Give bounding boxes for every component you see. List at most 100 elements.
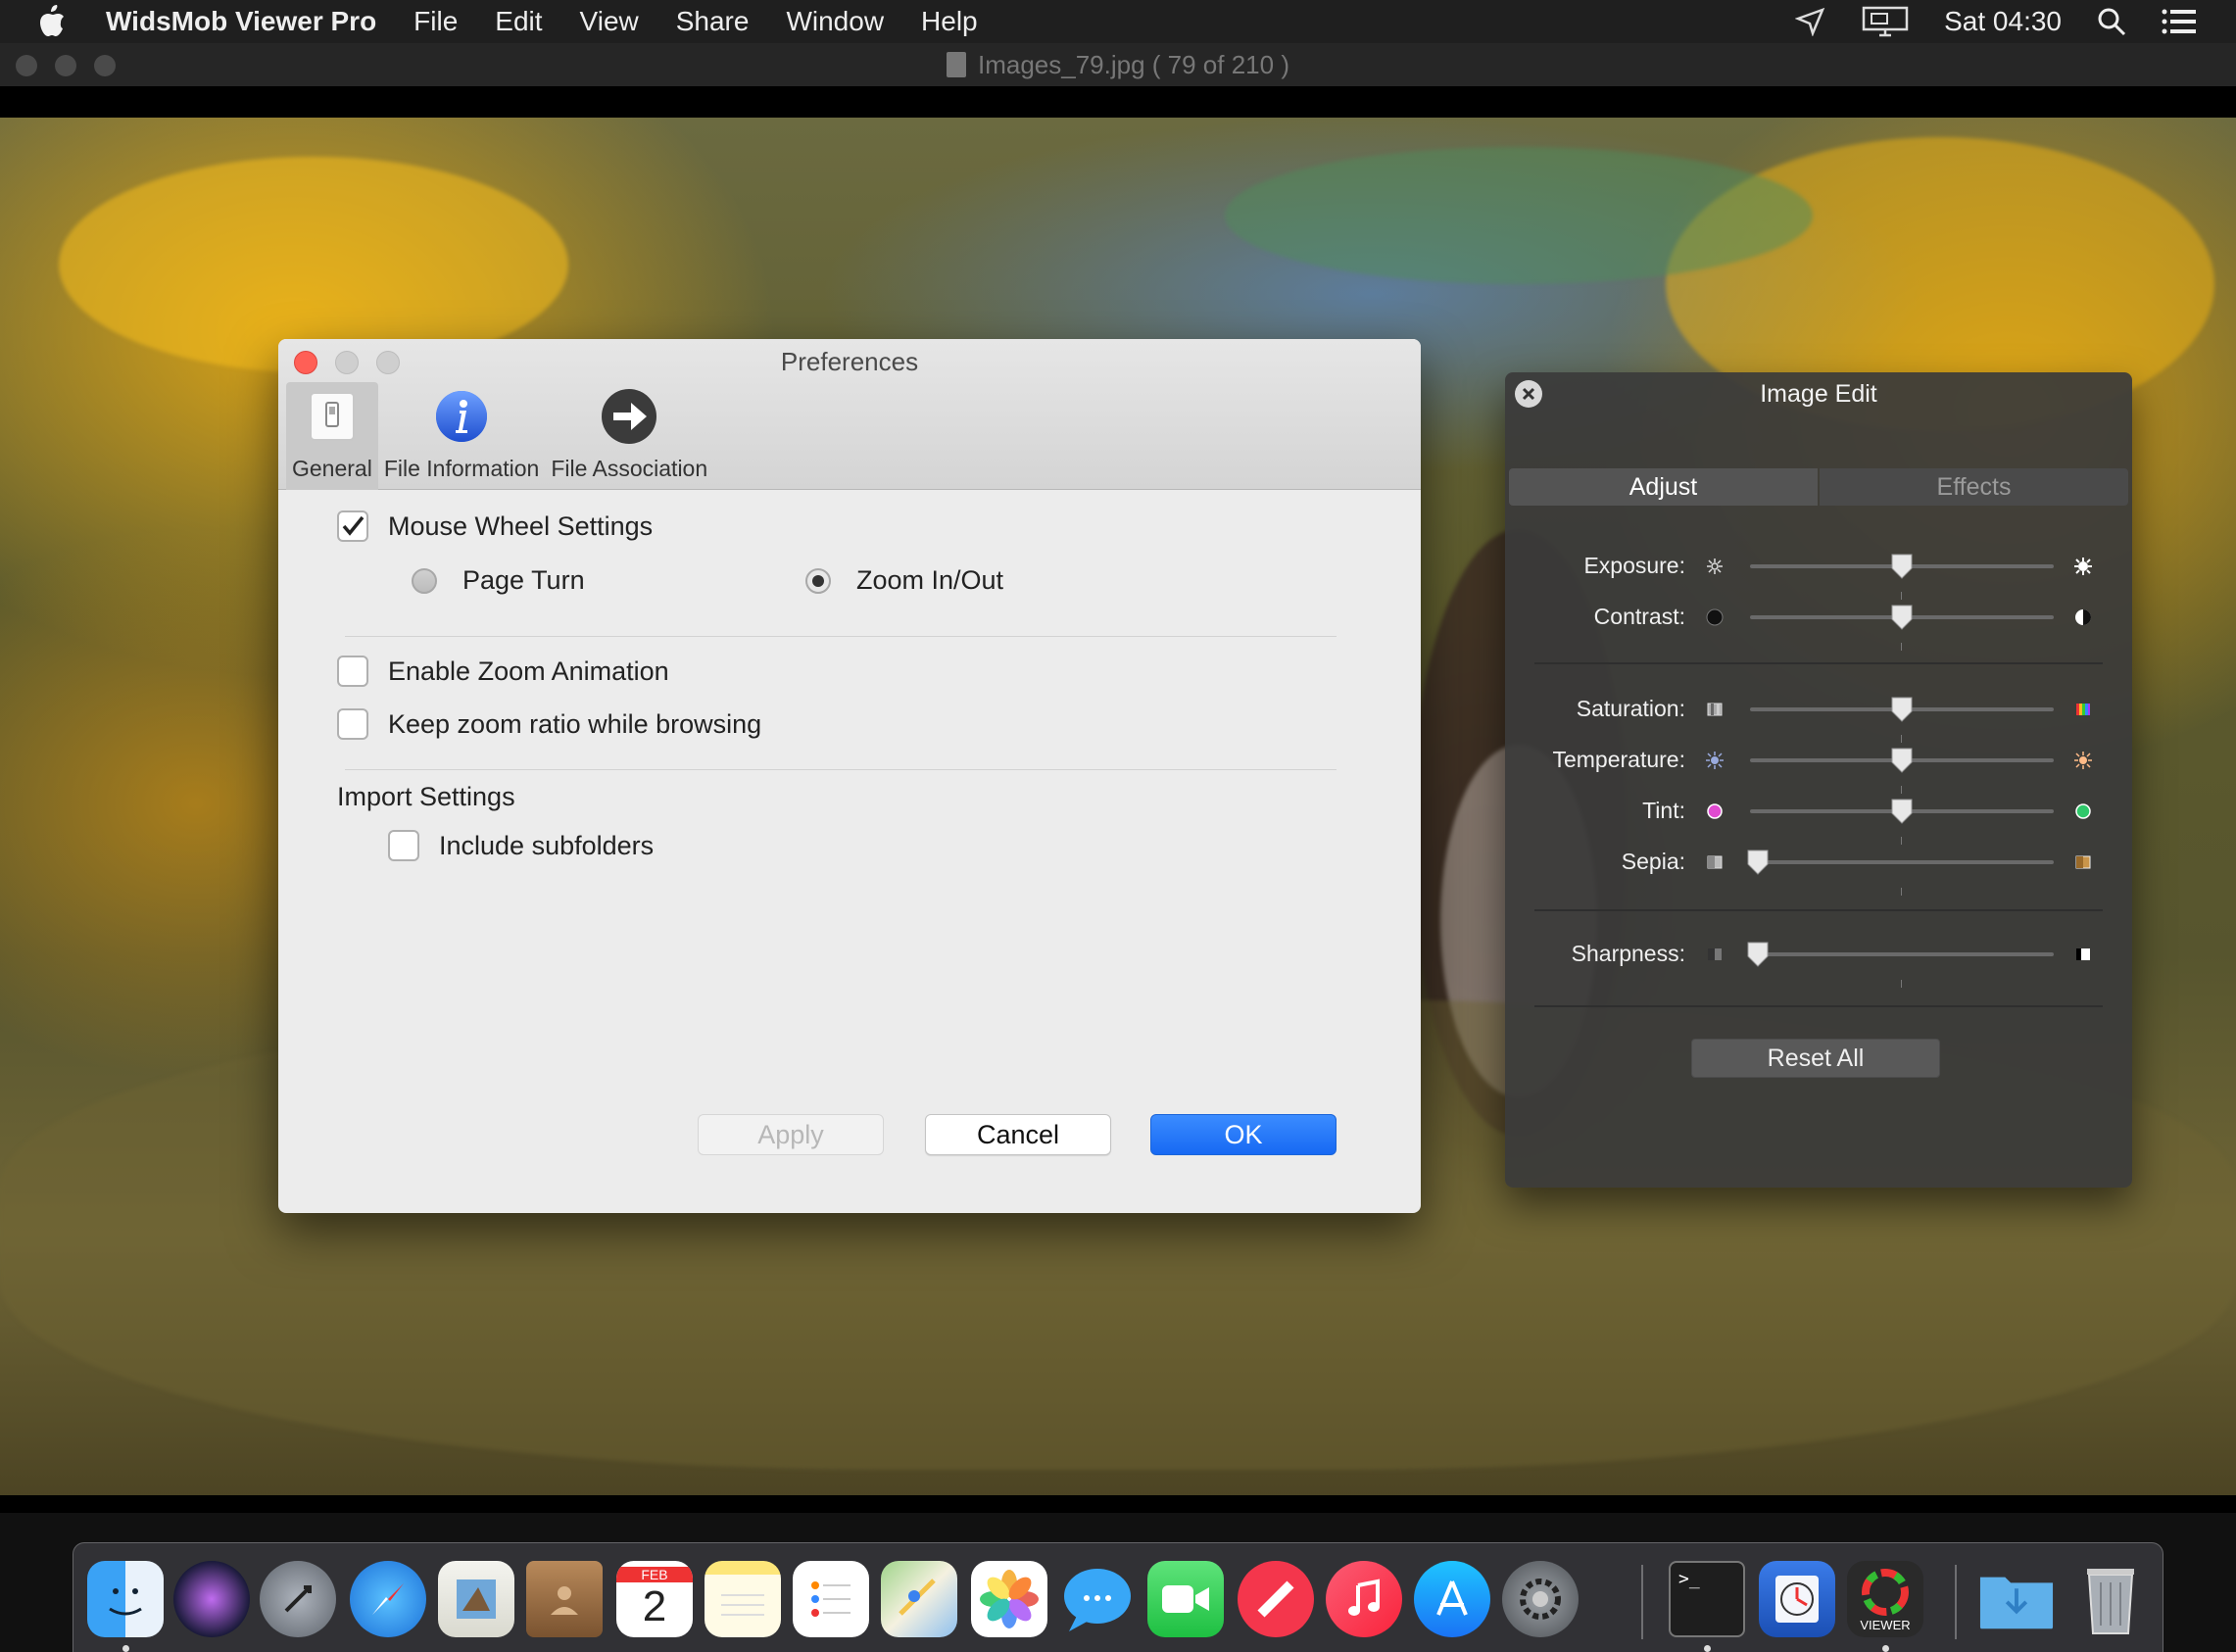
tab-adjust[interactable]: Adjust — [1509, 468, 1818, 506]
arrow-right-icon — [600, 387, 658, 446]
mouse-wheel-settings-option[interactable]: Mouse Wheel Settings — [337, 510, 653, 542]
menu-help[interactable]: Help — [921, 6, 978, 37]
contrast-slider-row: Contrast: — [1505, 598, 2132, 651]
viewer-header-strip — [0, 86, 2236, 118]
cursor-tool-icon[interactable] — [1795, 7, 1826, 36]
tab-effects[interactable]: Effects — [1820, 468, 2128, 506]
saturation-slider-thumb[interactable] — [1890, 696, 1914, 723]
tab-general-label: General — [292, 456, 372, 481]
news-icon[interactable] — [1238, 1561, 1314, 1637]
sepia-label: Sepia: — [1621, 849, 1685, 874]
tab-file-association-label: File Association — [551, 456, 708, 481]
exposure-label: Exposure: — [1583, 553, 1685, 578]
enable-zoom-animation-label: Enable Zoom Animation — [388, 656, 669, 686]
viewer-running-indicator — [1882, 1645, 1889, 1652]
sepia-slider-track[interactable] — [1750, 860, 2054, 896]
menubar-clock[interactable]: Sat 04:30 — [1944, 6, 2062, 37]
reset-all-button[interactable]: Reset All — [1691, 1039, 1940, 1078]
notification-center-icon[interactable] — [2162, 9, 2197, 34]
downloads-folder-icon[interactable] — [1978, 1561, 2055, 1637]
keep-zoom-ratio-checkbox[interactable] — [337, 708, 368, 740]
sepia-slider-thumb[interactable] — [1746, 849, 1770, 876]
zoom-in-out-radio[interactable] — [805, 567, 831, 594]
page-turn-label: Page Turn — [462, 565, 585, 595]
app-store-icon[interactable] — [1414, 1561, 1490, 1637]
page-turn-option[interactable]: Page Turn — [412, 565, 585, 596]
notes-icon[interactable] — [705, 1561, 781, 1637]
finder-running-indicator — [122, 1645, 129, 1652]
foliage-blur — [1225, 147, 1813, 284]
enable-zoom-animation-option[interactable]: Enable Zoom Animation — [337, 656, 669, 687]
system-preferences-gear-icon[interactable] — [1502, 1561, 1579, 1637]
photo-bottom-edge — [0, 1495, 2236, 1513]
tint-slider-row: Tint: — [1505, 792, 2132, 845]
panel-divider — [1534, 1005, 2103, 1007]
tab-file-association[interactable]: File Association — [545, 382, 713, 490]
import-settings-label: Import Settings — [337, 781, 515, 811]
apply-button[interactable]: Apply — [698, 1114, 884, 1155]
keep-zoom-ratio-option[interactable]: Keep zoom ratio while browsing — [337, 708, 761, 740]
page-turn-radio[interactable] — [412, 567, 437, 594]
finder-icon[interactable] — [87, 1561, 164, 1637]
safari-compass-icon[interactable] — [350, 1561, 426, 1637]
tab-file-information[interactable]: File Information — [378, 382, 546, 490]
saturation-low-icon — [1707, 703, 1723, 716]
messages-icon[interactable] — [1059, 1561, 1136, 1637]
launchpad-rocket-icon[interactable] — [260, 1561, 336, 1637]
menu-edit[interactable]: Edit — [495, 6, 542, 37]
trash-icon[interactable] — [2072, 1561, 2149, 1637]
switch-icon — [303, 387, 362, 446]
info-icon — [432, 387, 491, 446]
contrast-slider-thumb[interactable] — [1890, 604, 1914, 631]
spotlight-search-icon[interactable] — [2097, 7, 2126, 36]
exposure-slider-thumb[interactable] — [1890, 553, 1914, 580]
contrast-label: Contrast: — [1593, 604, 1685, 629]
menu-window[interactable]: Window — [786, 6, 884, 37]
sharpness-slider-track[interactable] — [1750, 952, 2054, 988]
enable-zoom-animation-checkbox[interactable] — [337, 656, 368, 687]
panel-divider — [1534, 909, 2103, 911]
zoom-in-out-option[interactable]: Zoom In/Out — [805, 565, 1003, 596]
viewer-close-button[interactable] — [16, 55, 37, 76]
sharpness-label: Sharpness: — [1571, 941, 1685, 966]
music-note-icon[interactable] — [1326, 1561, 1402, 1637]
exposure-high-icon — [2074, 558, 2092, 575]
photos-pinwheel-icon[interactable] — [971, 1561, 1047, 1637]
apple-menu-icon[interactable] — [37, 0, 90, 43]
contrast-high-icon — [2075, 609, 2091, 625]
mouse-wheel-checkbox[interactable] — [337, 510, 368, 542]
warm-sun-icon — [2074, 752, 2092, 769]
sepia-high-icon — [2075, 855, 2091, 869]
ok-button[interactable]: OK — [1150, 1114, 1337, 1155]
display-mirror-icon[interactable] — [1862, 6, 1909, 37]
widsmob-viewer-icon[interactable]: VIEWER — [1847, 1561, 1923, 1637]
facetime-icon[interactable] — [1147, 1561, 1224, 1637]
terminal-icon[interactable]: >_ — [1669, 1561, 1745, 1637]
document-icon — [947, 52, 966, 77]
time-machine-clock-icon[interactable] — [1759, 1561, 1835, 1637]
tab-general[interactable]: General — [286, 382, 378, 490]
sepia-slider-row: Sepia: — [1505, 843, 2132, 896]
menu-share[interactable]: Share — [676, 6, 750, 37]
calendar-icon[interactable]: FEB 2 — [616, 1561, 693, 1637]
contacts-book-icon[interactable] — [526, 1561, 603, 1637]
cancel-button[interactable]: Cancel — [925, 1114, 1111, 1155]
reminders-icon[interactable] — [793, 1561, 869, 1637]
menu-view[interactable]: View — [580, 6, 639, 37]
panel-divider — [1534, 662, 2103, 664]
include-subfolders-checkbox[interactable] — [388, 830, 419, 861]
include-subfolders-option[interactable]: Include subfolders — [388, 830, 654, 861]
viewer-minimize-button[interactable] — [55, 55, 76, 76]
menu-file[interactable]: File — [413, 6, 458, 37]
viewer-zoom-button[interactable] — [94, 55, 116, 76]
mail-stamp-icon[interactable] — [438, 1561, 514, 1637]
temperature-slider-thumb[interactable] — [1890, 747, 1914, 774]
sharpness-slider-thumb[interactable] — [1746, 941, 1770, 968]
app-name-menu[interactable]: WidsMob Viewer Pro — [106, 6, 376, 37]
tint-slider-thumb[interactable] — [1890, 798, 1914, 825]
terminal-prompt: >_ — [1678, 1569, 1700, 1589]
siri-icon[interactable] — [173, 1561, 250, 1637]
maps-icon[interactable] — [881, 1561, 957, 1637]
sepia-low-icon — [1707, 855, 1723, 869]
preferences-general-pane: Mouse Wheel Settings Page Turn Zoom In/O… — [278, 491, 1421, 1213]
